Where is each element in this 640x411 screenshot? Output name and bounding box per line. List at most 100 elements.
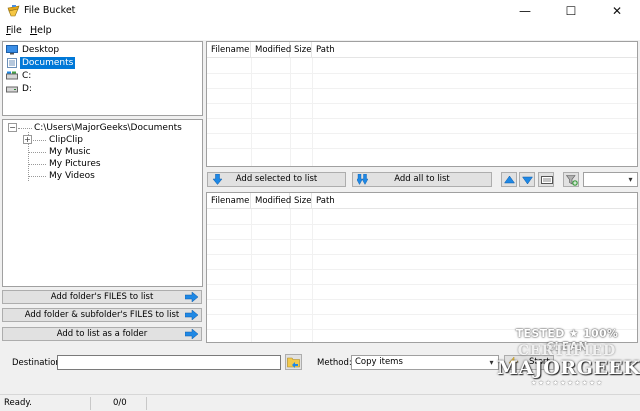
- grid-line: [290, 58, 291, 166]
- title-bar: File Bucket — ☐ ✕: [0, 0, 640, 22]
- source-file-list[interactable]: Filename Modified Size Path: [206, 41, 638, 167]
- button-label: Add selected to list: [235, 174, 318, 184]
- tree-expand-toggle[interactable]: +: [23, 135, 32, 144]
- tree-connector: [33, 140, 46, 141]
- drive-label: Documents: [20, 57, 76, 69]
- tree-connector: [28, 152, 46, 153]
- drive-label: D:: [22, 84, 32, 94]
- arrow-right-icon: [185, 329, 198, 339]
- tree-item-my-music[interactable]: My Music: [49, 146, 91, 158]
- column-size[interactable]: Size: [290, 193, 312, 209]
- grid-line: [290, 209, 291, 342]
- drive-icon: [6, 71, 18, 80]
- add-all-button[interactable]: Add all to list: [352, 172, 492, 187]
- browse-destination-button[interactable]: [285, 354, 302, 370]
- watermark: TESTED ★ 100% CLEAN CERTIFIED MAJORGEEKS…: [497, 327, 640, 393]
- column-modified[interactable]: Modified: [251, 42, 291, 58]
- arrows-down-icon: [357, 174, 368, 185]
- grid-line: [207, 88, 637, 89]
- menu-file[interactable]: File: [6, 25, 22, 36]
- status-count: 0/0: [113, 398, 127, 408]
- tree-connector: [18, 128, 32, 129]
- grid-line: [251, 209, 252, 342]
- menu-help[interactable]: Help: [30, 25, 52, 36]
- grid-line: [207, 269, 637, 270]
- grid-line: [207, 254, 637, 255]
- minimize-button[interactable]: —: [502, 0, 548, 22]
- move-up-button[interactable]: [501, 172, 517, 187]
- clear-list-button[interactable]: [538, 172, 554, 187]
- drive-label: C:: [22, 71, 32, 81]
- column-filename[interactable]: Filename: [207, 42, 251, 58]
- add-selected-button[interactable]: Add selected to list: [207, 172, 346, 187]
- arrow-right-icon: [185, 292, 198, 302]
- method-value: Copy items: [355, 357, 403, 367]
- grid-line: [207, 148, 637, 149]
- status-separator: [146, 397, 147, 410]
- column-path[interactable]: Path: [312, 193, 342, 209]
- maximize-button[interactable]: ☐: [548, 0, 594, 22]
- button-label: Add folder & subfolder's FILES to list: [24, 310, 180, 320]
- drive-item-desktop[interactable]: Desktop: [6, 44, 61, 56]
- drives-panel[interactable]: Desktop Documents C: D:: [2, 41, 203, 116]
- chevron-down-icon: ▾: [628, 175, 633, 184]
- documents-icon: [7, 58, 17, 68]
- desktop-icon: [6, 45, 18, 55]
- list-header: Filename Modified Size Path: [207, 193, 637, 209]
- watermark-majorgeeks: MAJORGEEKS: [497, 357, 640, 379]
- grid-line: [251, 58, 252, 166]
- destination-label: Destination:: [12, 358, 64, 368]
- clear-list-icon: [541, 176, 553, 184]
- grid-line: [207, 299, 637, 300]
- column-size[interactable]: Size: [290, 42, 312, 58]
- filter-combo[interactable]: ▾: [583, 172, 638, 187]
- watermark-stars: ★★★★★★★★★★: [530, 379, 604, 387]
- target-file-list[interactable]: Filename Modified Size Path: [206, 192, 638, 343]
- grid-line: [207, 224, 637, 225]
- grid-line: [312, 58, 313, 166]
- chevron-down-icon: ▾: [489, 358, 494, 367]
- button-label: Add folder's FILES to list: [50, 292, 154, 302]
- tree-item-my-pictures[interactable]: My Pictures: [49, 158, 101, 170]
- tree-item-my-videos[interactable]: My Videos: [49, 170, 95, 182]
- move-down-button[interactable]: [519, 172, 535, 187]
- add-folder-subfolder-files-button[interactable]: Add folder & subfolder's FILES to list: [2, 308, 202, 322]
- menu-file-rest: ile: [10, 25, 22, 36]
- status-separator: [90, 397, 91, 410]
- menu-help-rest: elp: [37, 25, 52, 36]
- column-path[interactable]: Path: [312, 42, 342, 58]
- folder-tree-panel[interactable]: − C:\Users\MajorGeeks\Documents + ClipCl…: [2, 119, 203, 287]
- window-title: File Bucket: [24, 5, 76, 16]
- method-label: Method:: [317, 358, 352, 368]
- grid-line: [207, 118, 637, 119]
- tree-root[interactable]: C:\Users\MajorGeeks\Documents: [34, 122, 182, 134]
- drive-item-c[interactable]: C:: [6, 70, 33, 82]
- tree-collapse-toggle[interactable]: −: [8, 123, 17, 132]
- grid-line: [207, 284, 637, 285]
- grid-line: [207, 73, 637, 74]
- status-text: Ready.: [4, 398, 32, 408]
- filter-add-button[interactable]: [563, 172, 579, 187]
- menu-bar: File Help: [0, 22, 640, 40]
- destination-input[interactable]: [57, 355, 281, 370]
- close-button[interactable]: ✕: [594, 0, 640, 22]
- column-filename[interactable]: Filename: [207, 193, 251, 209]
- bucket-icon: [7, 5, 20, 17]
- method-select[interactable]: Copy items ▾: [351, 355, 499, 370]
- drive-label: Desktop: [22, 45, 60, 55]
- add-as-folder-button[interactable]: Add to list as a folder: [2, 327, 202, 341]
- column-modified[interactable]: Modified: [251, 193, 291, 209]
- list-header: Filename Modified Size Path: [207, 42, 637, 58]
- add-folder-files-button[interactable]: Add folder's FILES to list: [2, 290, 202, 304]
- button-label: Add all to list: [394, 174, 450, 184]
- move-down-icon: [522, 176, 533, 185]
- drive-item-documents[interactable]: Documents: [6, 57, 76, 69]
- grid-line: [207, 133, 637, 134]
- tree-item-clipclip[interactable]: ClipClip: [49, 134, 83, 146]
- arrow-down-icon: [212, 174, 223, 185]
- tree-connector: [28, 176, 46, 177]
- button-label: Add to list as a folder: [56, 329, 148, 339]
- grid-line: [207, 103, 637, 104]
- status-bar: Ready. 0/0: [0, 394, 640, 411]
- drive-item-d[interactable]: D:: [6, 83, 34, 95]
